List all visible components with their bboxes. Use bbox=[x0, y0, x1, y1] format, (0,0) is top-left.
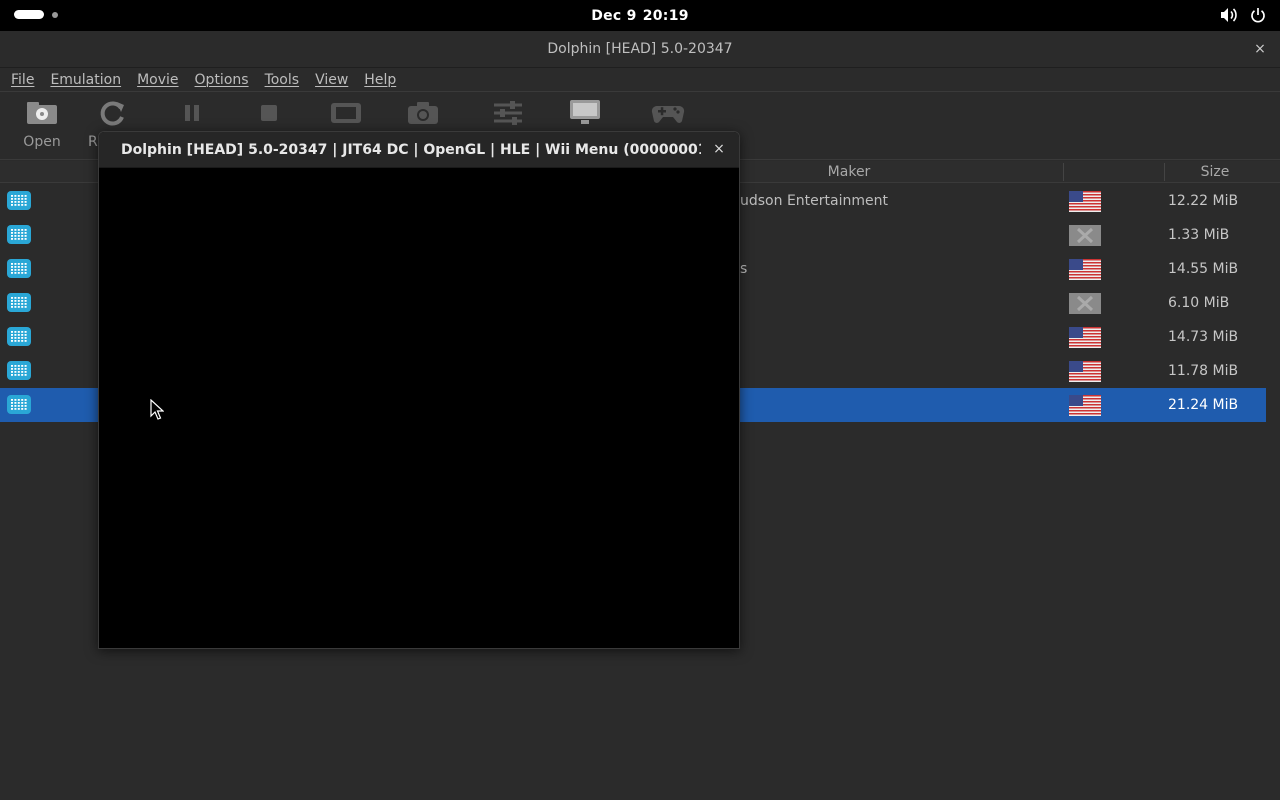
mouse-cursor-icon bbox=[150, 398, 165, 424]
wii-platform-icon bbox=[7, 191, 31, 210]
main-window-title: Dolphin [HEAD] 5.0-20347 bbox=[547, 41, 733, 57]
system-tray[interactable] bbox=[1220, 7, 1266, 23]
fullscreen-icon bbox=[330, 101, 362, 129]
wii-platform-icon bbox=[7, 225, 31, 244]
pause-button[interactable] bbox=[162, 98, 222, 132]
menu-tools[interactable]: Tools bbox=[260, 72, 305, 88]
game-size: 6.10 MiB bbox=[1168, 295, 1230, 311]
render-window[interactable]: Dolphin [HEAD] 5.0-20347 | JIT64 DC | Op… bbox=[98, 131, 740, 649]
render-viewport[interactable] bbox=[99, 168, 739, 648]
monitor-icon bbox=[569, 99, 601, 131]
main-titlebar[interactable]: Dolphin [HEAD] 5.0-20347 × bbox=[0, 31, 1280, 68]
usa-flag-icon bbox=[1069, 259, 1101, 280]
game-size: 14.55 MiB bbox=[1168, 261, 1239, 277]
main-close-button[interactable]: × bbox=[1252, 41, 1268, 57]
sliders-icon bbox=[492, 100, 524, 130]
gamepad-icon bbox=[651, 100, 685, 130]
menu-emulation[interactable]: Emulation bbox=[45, 72, 126, 88]
camera-icon bbox=[407, 101, 439, 129]
stop-button[interactable] bbox=[239, 98, 299, 132]
game-size: 12.22 MiB bbox=[1168, 193, 1239, 209]
wii-platform-icon bbox=[7, 293, 31, 312]
menubar: File Emulation Movie Options Tools View … bbox=[0, 68, 1280, 92]
render-window-title: Dolphin [HEAD] 5.0-20347 | JIT64 DC | Op… bbox=[121, 141, 701, 158]
game-maker: s bbox=[740, 261, 748, 277]
unknown-region-icon bbox=[1069, 225, 1101, 246]
menu-help[interactable]: Help bbox=[359, 72, 401, 88]
render-titlebar[interactable]: Dolphin [HEAD] 5.0-20347 | JIT64 DC | Op… bbox=[99, 132, 739, 168]
fullscreen-button[interactable] bbox=[316, 98, 376, 132]
menu-view[interactable]: View bbox=[310, 72, 353, 88]
menu-file[interactable]: File bbox=[6, 72, 39, 88]
menu-options[interactable]: Options bbox=[190, 72, 254, 88]
clock-date: Dec 9 bbox=[591, 7, 637, 24]
wii-platform-icon bbox=[7, 259, 31, 278]
render-close-button[interactable]: × bbox=[711, 141, 727, 157]
menu-movie[interactable]: Movie bbox=[132, 72, 183, 88]
wii-platform-icon bbox=[7, 361, 31, 380]
clock-time: 20:19 bbox=[642, 7, 689, 24]
stop-icon bbox=[259, 103, 279, 127]
unknown-region-icon bbox=[1069, 293, 1101, 314]
wii-platform-icon bbox=[7, 327, 31, 346]
screenshot-button[interactable] bbox=[393, 98, 453, 132]
game-size: 14.73 MiB bbox=[1168, 329, 1239, 345]
column-header-size[interactable]: Size bbox=[1164, 161, 1266, 183]
workspace-inactive-indicator bbox=[52, 11, 58, 18]
activities-indicator[interactable] bbox=[14, 10, 58, 19]
open-icon bbox=[26, 101, 58, 129]
clock[interactable]: Dec 9 20:19 bbox=[588, 8, 692, 24]
system-top-bar: Dec 9 20:19 bbox=[0, 0, 1280, 31]
workspace-active-indicator bbox=[14, 10, 44, 19]
config-button[interactable] bbox=[478, 98, 538, 132]
column-header-maker[interactable]: Maker bbox=[740, 161, 958, 183]
wii-platform-icon bbox=[7, 395, 31, 414]
pause-icon bbox=[182, 103, 202, 127]
usa-flag-icon bbox=[1069, 191, 1101, 212]
controllers-button[interactable] bbox=[638, 98, 698, 132]
volume-icon[interactable] bbox=[1220, 7, 1238, 23]
game-size: 11.78 MiB bbox=[1168, 363, 1239, 379]
power-icon[interactable] bbox=[1250, 7, 1266, 23]
usa-flag-icon bbox=[1069, 327, 1101, 348]
open-button[interactable]: Open bbox=[12, 98, 72, 150]
column-separator bbox=[1063, 163, 1064, 181]
graphics-button[interactable] bbox=[555, 98, 615, 132]
usa-flag-icon bbox=[1069, 395, 1101, 416]
game-size: 1.33 MiB bbox=[1168, 227, 1230, 243]
usa-flag-icon bbox=[1069, 361, 1101, 382]
refresh-icon bbox=[99, 99, 127, 131]
game-maker: udson Entertainment bbox=[740, 193, 888, 209]
game-size: 21.24 MiB bbox=[1168, 397, 1239, 413]
open-label: Open bbox=[23, 134, 61, 150]
